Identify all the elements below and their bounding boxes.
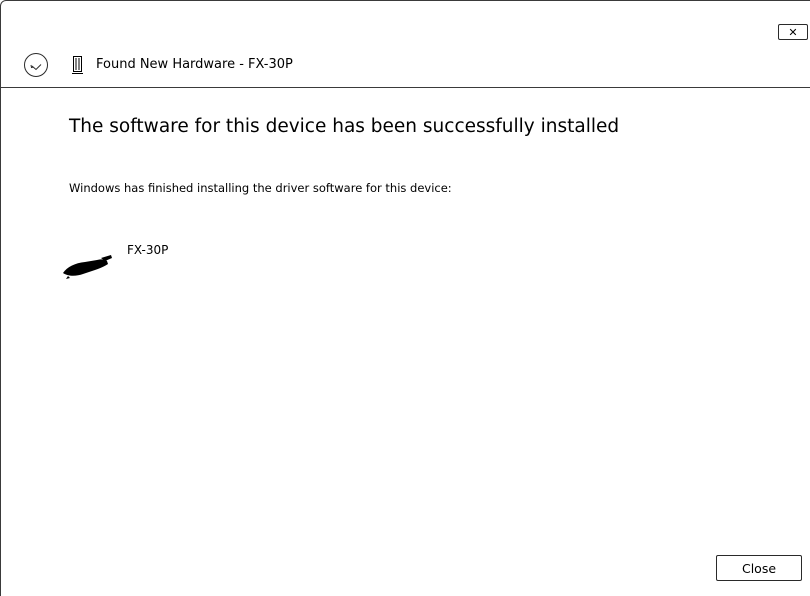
description-text: Windows has finished installing the driv…	[69, 181, 452, 195]
back-button[interactable]	[23, 52, 49, 78]
page-heading: The software for this device has been su…	[69, 116, 620, 137]
close-icon: ✕	[788, 25, 798, 39]
window-close-button[interactable]: ✕	[778, 24, 808, 40]
window-title: Found New Hardware - FX-30P	[96, 57, 293, 72]
close-button[interactable]: Close	[716, 555, 802, 581]
hardware-device-icon	[72, 56, 83, 74]
wizard-window: ✕ Found New Hardware - FX-30P The softwa…	[0, 0, 810, 596]
title-divider	[1, 87, 810, 88]
back-arrow-icon	[24, 53, 48, 77]
device-connector-icon	[63, 255, 112, 279]
device-name: FX-30P	[127, 243, 169, 257]
